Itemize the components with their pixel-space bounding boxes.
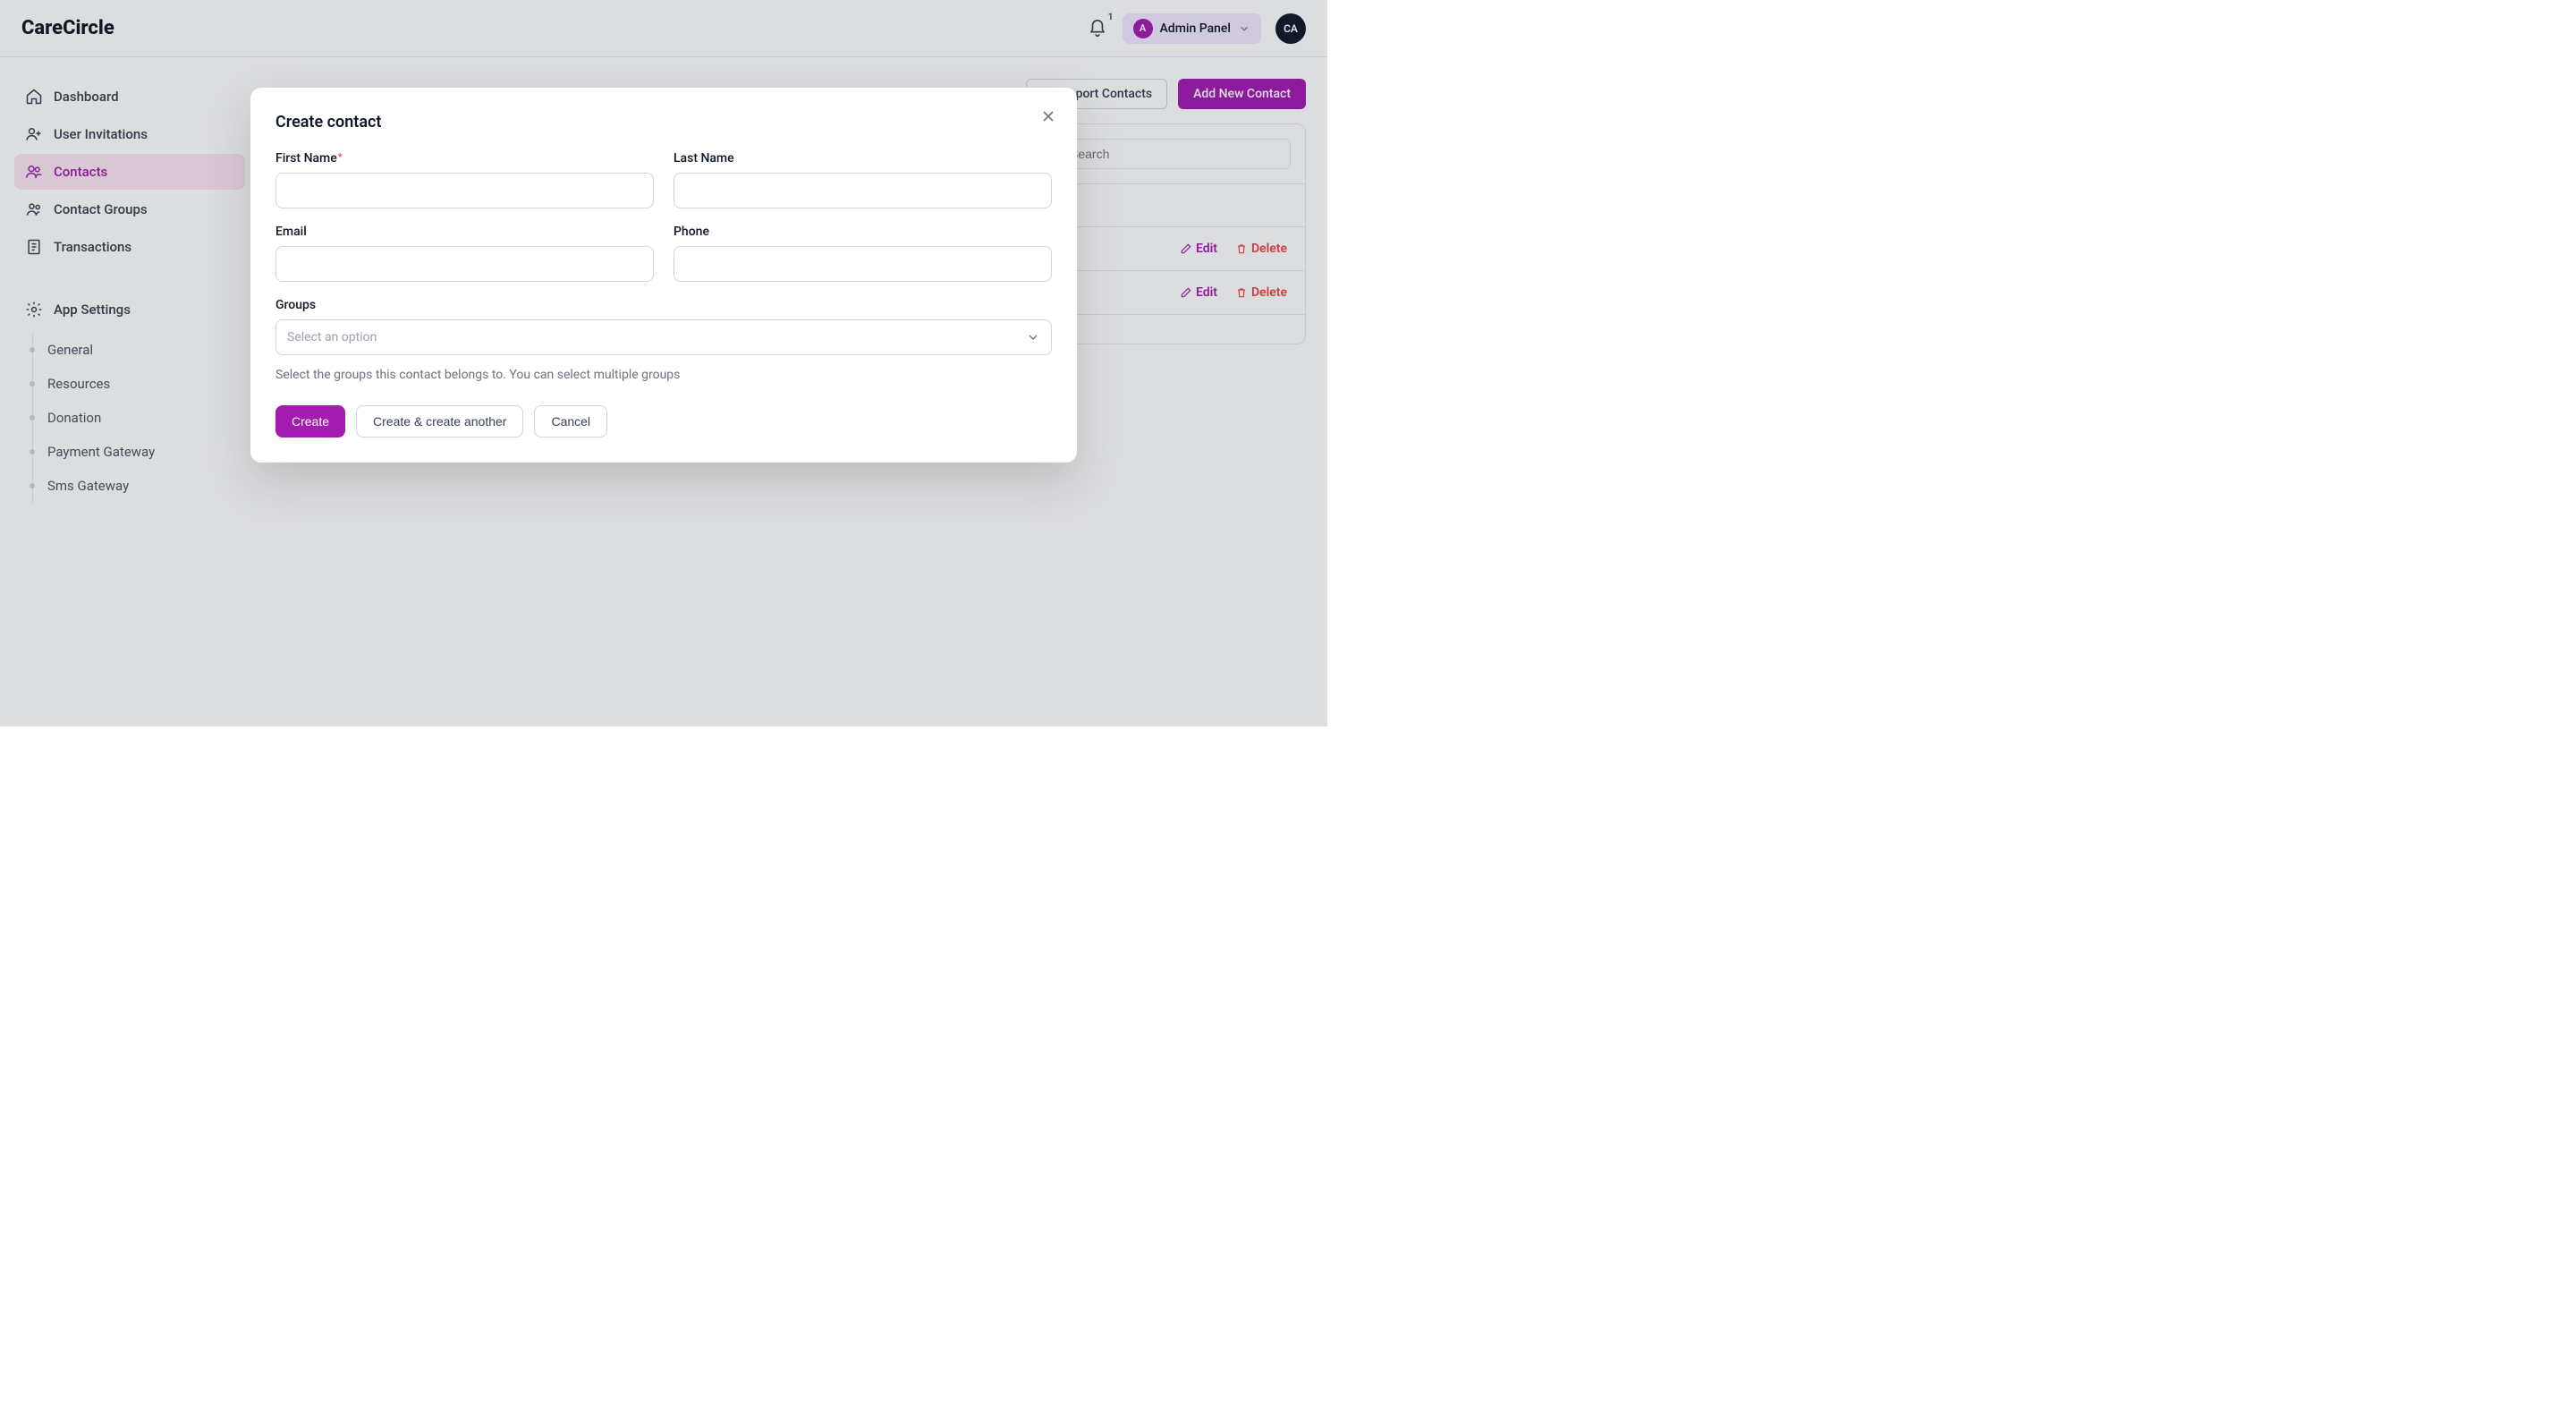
last-name-label: Last Name bbox=[674, 151, 1052, 166]
groups-help-text: Select the groups this contact belongs t… bbox=[275, 368, 1052, 382]
chevron-down-icon bbox=[1026, 330, 1040, 344]
groups-select[interactable]: Select an option bbox=[275, 319, 1052, 355]
create-and-create-another-button[interactable]: Create & create another bbox=[356, 405, 523, 437]
modal-overlay[interactable]: Create contact First Name* Last Name Ema… bbox=[0, 0, 1327, 726]
groups-label: Groups bbox=[275, 298, 1052, 312]
cancel-button[interactable]: Cancel bbox=[534, 405, 607, 437]
first-name-field: First Name* bbox=[275, 151, 654, 208]
phone-input[interactable] bbox=[674, 246, 1052, 282]
last-name-field: Last Name bbox=[674, 151, 1052, 208]
close-button[interactable] bbox=[1036, 104, 1061, 129]
email-field: Email bbox=[275, 225, 654, 282]
modal-title: Create contact bbox=[275, 113, 1052, 132]
groups-placeholder: Select an option bbox=[287, 330, 377, 344]
create-button[interactable]: Create bbox=[275, 405, 345, 437]
phone-label: Phone bbox=[674, 225, 1052, 239]
phone-field: Phone bbox=[674, 225, 1052, 282]
email-label: Email bbox=[275, 225, 654, 239]
create-contact-modal: Create contact First Name* Last Name Ema… bbox=[250, 88, 1077, 463]
first-name-input[interactable] bbox=[275, 173, 654, 208]
groups-field: Groups Select an option Select the group… bbox=[275, 298, 1052, 382]
last-name-input[interactable] bbox=[674, 173, 1052, 208]
close-icon bbox=[1039, 107, 1057, 125]
first-name-label: First Name* bbox=[275, 151, 654, 166]
required-indicator: * bbox=[338, 151, 343, 163]
email-input[interactable] bbox=[275, 246, 654, 282]
